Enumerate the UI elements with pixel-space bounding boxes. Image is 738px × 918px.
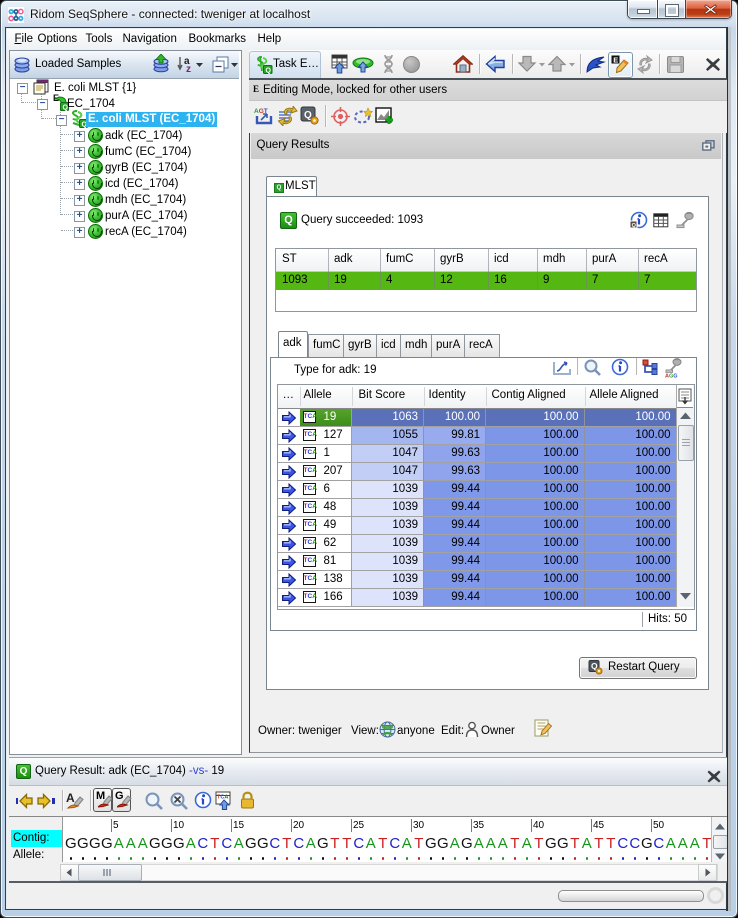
svg-text:Q: Q: [632, 223, 637, 229]
svg-text:E: E: [613, 56, 618, 65]
svg-text:TCA: TCA: [217, 795, 228, 801]
svg-text:A: A: [66, 791, 75, 805]
svg-text:AGG: AGG: [665, 374, 678, 379]
svg-text:Q: Q: [266, 68, 272, 75]
svg-text:z: z: [186, 64, 191, 74]
